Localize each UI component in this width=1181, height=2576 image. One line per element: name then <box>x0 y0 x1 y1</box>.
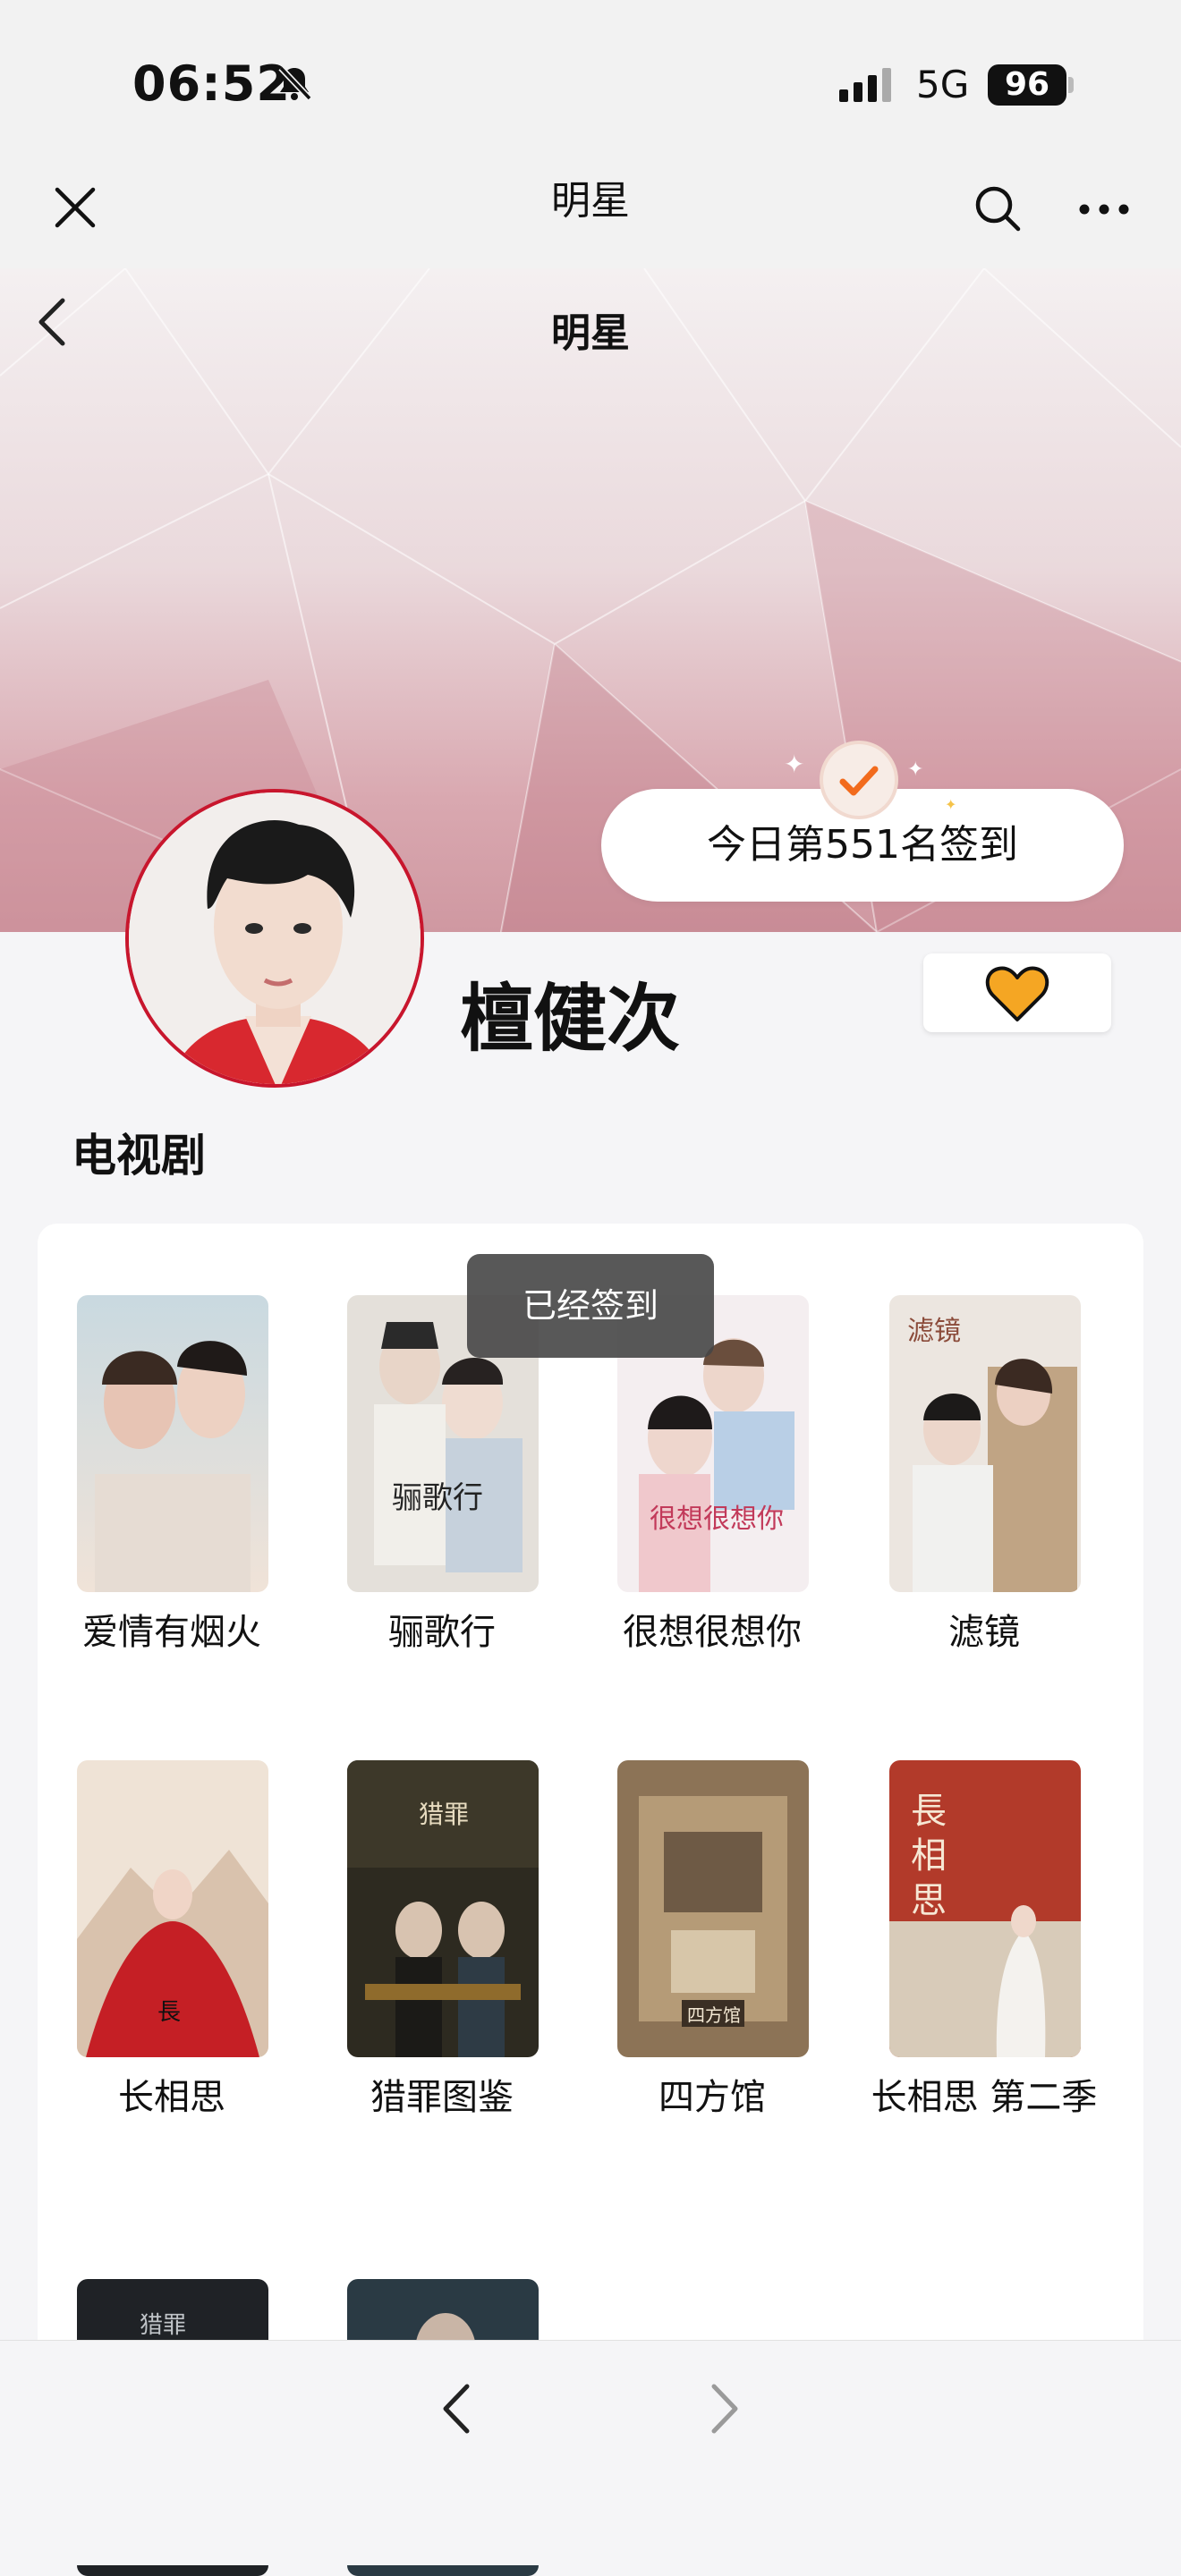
toast-message: 已经签到 <box>467 1254 714 1358</box>
drama-title[interactable]: 很想很想你 <box>578 1606 846 1658</box>
drama-title[interactable]: 四方馆 <box>578 2072 846 2123</box>
drama-title[interactable]: 滤镜 <box>850 1606 1118 1658</box>
battery-icon: 96 <box>988 64 1066 106</box>
drama-poster[interactable]: 長相思 <box>889 1760 1081 2057</box>
battery-tip <box>1068 77 1074 93</box>
signal-icon <box>839 66 898 106</box>
close-icon[interactable] <box>52 184 98 231</box>
drama-title[interactable]: 猎罪图鉴 <box>308 2072 576 2123</box>
svg-text:很想很想你: 很想很想你 <box>650 1504 784 1535</box>
svg-text:猎罪: 猎罪 <box>140 2312 186 2339</box>
section-title-tv-series: 电视剧 <box>72 1130 206 1182</box>
svg-text:四方馆: 四方馆 <box>687 2004 741 2026</box>
heart-icon <box>985 966 1049 1021</box>
back-arrow-icon[interactable] <box>34 295 70 349</box>
drama-poster[interactable] <box>77 1295 268 1592</box>
svg-text:長: 長 <box>911 1791 947 1832</box>
svg-text:猎罪: 猎罪 <box>419 1800 469 1829</box>
star-name: 檀健次 <box>460 977 681 1062</box>
drama-title[interactable]: 爱情有烟火 <box>38 1606 306 1658</box>
chevron-right-icon[interactable] <box>707 2379 743 2438</box>
page-title: 明星 <box>551 310 630 356</box>
drama-poster[interactable]: 滤镜 <box>889 1295 1081 1592</box>
sparkle-icon: ✦ <box>907 758 924 781</box>
svg-text:思: 思 <box>911 1880 947 1921</box>
drama-poster[interactable]: 猎罪 <box>347 1760 539 2057</box>
drama-title[interactable]: 骊歌行 <box>308 1606 576 1658</box>
status-time: 06:52 <box>132 55 291 112</box>
network-type: 5G <box>916 63 970 106</box>
svg-text:骊歌行: 骊歌行 <box>392 1480 483 1516</box>
chevron-left-icon[interactable] <box>438 2379 474 2438</box>
bell-muted-icon <box>274 63 315 104</box>
svg-text:長: 長 <box>157 1999 181 2026</box>
search-icon[interactable] <box>973 184 1022 233</box>
sparkle-icon: ✦ <box>945 796 957 813</box>
drama-title[interactable]: 长相思 <box>38 2072 306 2123</box>
bottom-toolbar <box>0 2340 1181 2565</box>
svg-text:相: 相 <box>911 1835 947 1877</box>
follow-button[interactable] <box>923 953 1111 1032</box>
drama-poster[interactable]: 四方馆 <box>617 1760 809 2057</box>
drama-title[interactable]: 长相思 第二季 <box>850 2072 1118 2123</box>
sparkle-icon: ✦ <box>784 750 805 779</box>
svg-text:滤镜: 滤镜 <box>907 1316 961 1347</box>
drama-poster[interactable]: 長 <box>77 1760 268 2057</box>
nav-title: 明星 <box>551 178 630 224</box>
checkmark-icon <box>820 741 898 819</box>
more-icon[interactable] <box>1077 195 1131 224</box>
avatar <box>125 789 424 1088</box>
